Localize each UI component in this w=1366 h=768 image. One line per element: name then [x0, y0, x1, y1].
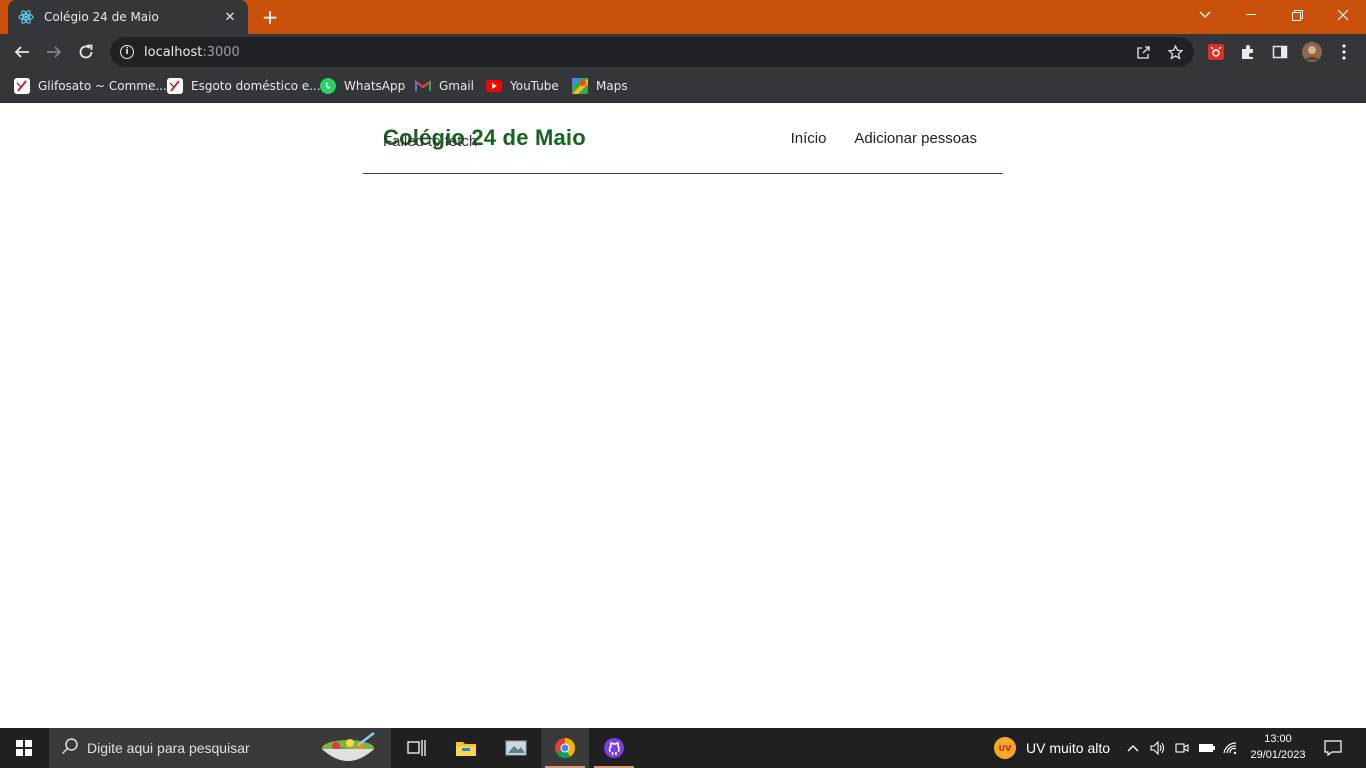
error-message: Failed to fetch	[383, 133, 478, 150]
whatsapp-icon	[320, 78, 336, 94]
chevron-up-icon[interactable]	[1126, 728, 1140, 768]
meet-now-icon[interactable]	[1175, 728, 1189, 768]
star-icon[interactable]	[1166, 43, 1184, 61]
wifi-icon[interactable]	[1222, 728, 1238, 768]
back-arrow-icon[interactable]	[8, 38, 36, 66]
nav-links: Início Adicionar pessoas	[791, 130, 977, 147]
restore-icon[interactable]	[1274, 0, 1320, 30]
notification-icon[interactable]	[1324, 728, 1342, 768]
weather-text: UV muito alto	[1026, 740, 1111, 756]
share-icon[interactable]	[1134, 43, 1152, 61]
bookmarks-bar: Glifosato ~ Comme... Esgoto doméstico e.…	[0, 70, 1366, 103]
task-view-icon[interactable]	[392, 728, 440, 768]
bookmark-icon	[167, 78, 183, 94]
bookmark-item[interactable]: WhatsApp	[320, 76, 405, 96]
bookmark-item[interactable]: YouTube	[486, 76, 559, 96]
maps-icon	[572, 78, 588, 94]
close-icon[interactable]: ✕	[222, 9, 238, 25]
food-bowl-icon	[320, 731, 380, 765]
system-clock[interactable]: 13:00 29/01/2023	[1240, 731, 1316, 763]
side-panel-icon[interactable]	[1270, 42, 1290, 62]
new-tab-button[interactable]: +	[258, 5, 282, 29]
battery-icon[interactable]	[1198, 728, 1216, 768]
avatar[interactable]	[1302, 42, 1322, 62]
more-vert-icon[interactable]	[1334, 42, 1354, 62]
chrome-taskbar-app[interactable]	[541, 728, 589, 768]
volume-icon[interactable]	[1150, 728, 1166, 768]
photos-icon[interactable]	[492, 728, 540, 768]
browser-toolbar: i localhost:3000	[0, 34, 1366, 70]
nav-link-inicio[interactable]: Início	[791, 130, 827, 147]
address-bar[interactable]: i localhost:3000	[110, 37, 1194, 67]
extension-red-icon[interactable]	[1206, 42, 1226, 62]
tab-search-icon[interactable]	[1182, 0, 1228, 30]
search-placeholder: Digite aqui para pesquisar	[87, 740, 250, 756]
windows-icon	[16, 740, 32, 756]
tab-title: Colégio 24 de Maio	[44, 10, 159, 24]
bookmark-item[interactable]: Glifosato ~ Comme...	[14, 76, 167, 96]
bookmark-icon	[14, 78, 30, 94]
weather-widget[interactable]: UV UV muito alto	[994, 728, 1110, 768]
youtube-icon	[486, 78, 502, 94]
chrome-icon	[555, 738, 576, 759]
github-desktop-app[interactable]	[590, 728, 638, 768]
minimize-icon[interactable]	[1228, 0, 1274, 30]
bookmark-item[interactable]: Esgoto doméstico e...	[167, 76, 321, 96]
sun-uv-icon: UV	[994, 737, 1016, 759]
browser-tabstrip: Colégio 24 de Maio ✕ +	[0, 0, 1366, 34]
gmail-icon	[415, 78, 431, 94]
url-text: localhost:3000	[144, 44, 240, 60]
bookmark-item[interactable]: Maps	[572, 76, 628, 96]
clock-time: 13:00	[1264, 733, 1292, 745]
page-content: Colégio 24 de Maio Início Adicionar pess…	[0, 103, 1366, 728]
github-icon	[604, 738, 624, 758]
file-explorer-icon[interactable]	[442, 728, 490, 768]
browser-tab[interactable]: Colégio 24 de Maio ✕	[8, 0, 248, 34]
reload-icon[interactable]	[72, 38, 100, 66]
react-icon	[18, 9, 34, 25]
nav-link-adicionar-pessoas[interactable]: Adicionar pessoas	[854, 130, 977, 147]
puzzle-icon[interactable]	[1238, 42, 1258, 62]
close-window-icon[interactable]	[1320, 0, 1366, 30]
clock-date: 29/01/2023	[1250, 749, 1306, 761]
windows-taskbar: Digite aqui para pesquisar UV UV muito a…	[0, 728, 1366, 768]
bookmark-item[interactable]: Gmail	[415, 76, 474, 96]
search-icon	[61, 737, 79, 759]
forward-arrow-icon[interactable]	[40, 38, 68, 66]
start-button[interactable]	[0, 728, 48, 768]
info-icon[interactable]: i	[120, 45, 134, 59]
